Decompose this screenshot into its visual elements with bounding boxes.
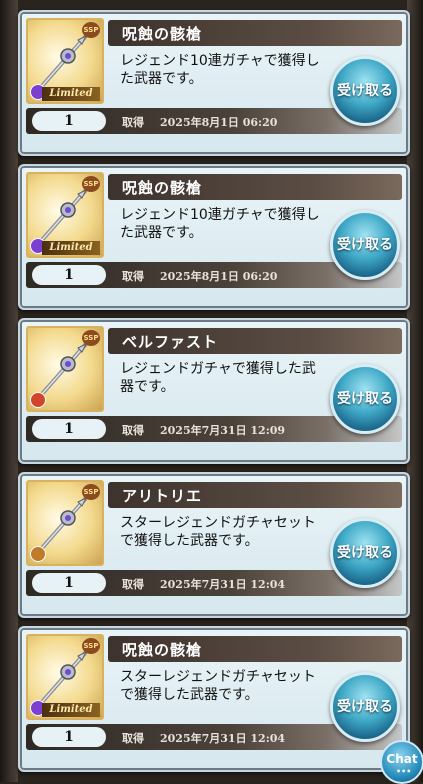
quantity-badge: 1 xyxy=(32,265,106,285)
gift-card: SSP Limited 呪蝕の骸槍 レジェンド10連ガチャで獲得した武器です。 … xyxy=(18,10,410,156)
gift-card: SSP Limited 呪蝕の骸槍 レジェンド10連ガチャで獲得した武器です。 … xyxy=(18,164,410,310)
weapon-thumbnail[interactable]: SSP Limited xyxy=(26,634,104,720)
rarity-icon: SSP xyxy=(82,176,100,192)
receive-button[interactable]: 受け取る xyxy=(330,210,400,280)
obtained-date: 2025年7月31日 12:04 xyxy=(160,578,286,591)
spear-weapon-icon xyxy=(40,188,88,242)
quantity-badge: 1 xyxy=(32,573,106,593)
item-description: レジェンドガチャで獲得した武器です。 xyxy=(120,361,316,395)
weapon-thumbnail[interactable]: SSP xyxy=(26,480,104,566)
spear-weapon-icon xyxy=(40,34,88,88)
item-name: 呪蝕の骸槍 xyxy=(122,179,203,197)
weapon-thumbnail[interactable]: SSP xyxy=(26,326,104,412)
rarity-icon: SSP xyxy=(82,638,100,654)
receive-button[interactable]: 受け取る xyxy=(330,364,400,434)
rarity-icon: SSP xyxy=(82,484,100,500)
obtained-label: 取得 xyxy=(122,732,144,745)
title-bar: アリトリエ xyxy=(108,482,402,508)
obtained-date: 2025年8月1日 06:20 xyxy=(160,270,278,283)
gift-card: SSP ベルファスト レジェンドガチャで獲得した武器です。 1 取得 2025年… xyxy=(18,318,410,464)
spear-weapon-icon xyxy=(40,650,88,704)
spear-weapon-icon xyxy=(40,496,88,550)
item-name: アリトリエ xyxy=(122,487,203,505)
obtained-label: 取得 xyxy=(122,424,144,437)
obtained-date: 2025年7月31日 12:09 xyxy=(160,424,286,437)
item-name: ベルファスト xyxy=(122,333,219,351)
chat-button[interactable]: Chat ••• xyxy=(380,740,423,784)
limited-badge: Limited xyxy=(42,703,100,717)
item-name: 呪蝕の骸槍 xyxy=(122,25,203,43)
item-description: スターレジェンドガチャセットで獲得した武器です。 xyxy=(120,515,316,549)
limited-badge: Limited xyxy=(42,241,100,255)
weapon-thumbnail[interactable]: SSP Limited xyxy=(26,18,104,104)
gift-card: SSP アリトリエ スターレジェンドガチャセットで獲得した武器です。 1 取得 … xyxy=(18,472,410,618)
item-name: 呪蝕の骸槍 xyxy=(122,641,203,659)
receive-button[interactable]: 受け取る xyxy=(330,672,400,742)
item-description: スターレジェンドガチャセットで獲得した武器です。 xyxy=(120,669,316,703)
item-description: レジェンド10連ガチャで獲得した武器です。 xyxy=(120,53,320,87)
quantity-badge: 1 xyxy=(32,111,106,131)
weapon-thumbnail[interactable]: SSP Limited xyxy=(26,172,104,258)
quantity-badge: 1 xyxy=(32,419,106,439)
item-description: レジェンド10連ガチャで獲得した武器です。 xyxy=(120,207,320,241)
element-icon xyxy=(30,546,46,562)
rarity-icon: SSP xyxy=(82,330,100,346)
title-bar: 呪蝕の骸槍 xyxy=(108,636,402,662)
receive-button[interactable]: 受け取る xyxy=(330,518,400,588)
obtained-date: 2025年8月1日 06:20 xyxy=(160,116,278,129)
obtained-label: 取得 xyxy=(122,270,144,283)
obtained-label: 取得 xyxy=(122,578,144,591)
rarity-icon: SSP xyxy=(82,22,100,38)
left-frame xyxy=(0,0,18,782)
chat-dots: ••• xyxy=(396,767,412,776)
obtained-label: 取得 xyxy=(122,116,144,129)
element-icon xyxy=(30,392,46,408)
chat-label: Chat xyxy=(386,752,418,766)
receive-button[interactable]: 受け取る xyxy=(330,56,400,126)
title-bar: 呪蝕の骸槍 xyxy=(108,174,402,200)
limited-badge: Limited xyxy=(42,87,100,101)
quantity-badge: 1 xyxy=(32,727,106,747)
gift-card: SSP Limited 呪蝕の骸槍 スターレジェンドガチャセットで獲得した武器で… xyxy=(18,626,410,772)
obtained-date: 2025年7月31日 12:04 xyxy=(160,732,286,745)
title-bar: ベルファスト xyxy=(108,328,402,354)
title-bar: 呪蝕の骸槍 xyxy=(108,20,402,46)
lance-weapon-icon xyxy=(40,342,88,396)
